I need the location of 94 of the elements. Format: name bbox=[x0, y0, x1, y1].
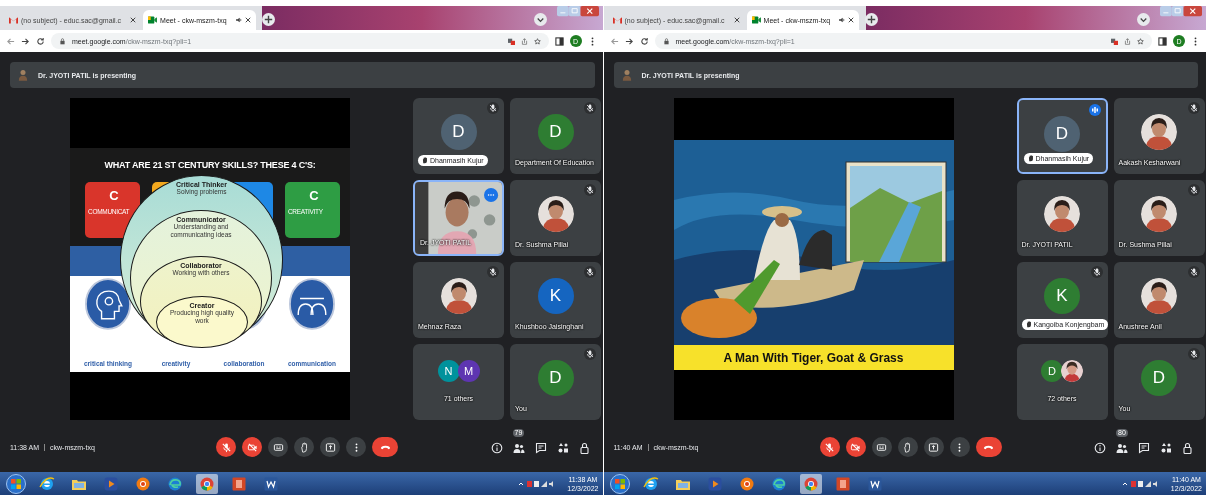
microphone-icon bbox=[220, 441, 232, 453]
people-icon bbox=[512, 442, 525, 454]
hand-icon bbox=[422, 157, 428, 164]
card-letter: C bbox=[109, 188, 119, 203]
person-icon bbox=[18, 69, 28, 81]
share-icon[interactable] bbox=[520, 37, 528, 45]
back-icon[interactable] bbox=[6, 36, 15, 46]
side-panel-icon[interactable] bbox=[1158, 36, 1167, 46]
raise-hand-button[interactable] bbox=[294, 437, 314, 457]
slide-title: WHAT ARE 21 ST CENTURY SKILLS? THESE 4 C'S: bbox=[104, 160, 316, 170]
more-icon bbox=[487, 193, 495, 197]
taskbar-chrome-icon[interactable] bbox=[196, 473, 218, 494]
tab-search-icon[interactable] bbox=[533, 13, 547, 26]
captions-icon bbox=[272, 441, 284, 453]
star-icon[interactable] bbox=[1137, 37, 1144, 45]
window-controls-icon[interactable] bbox=[1160, 6, 1202, 18]
chat-icon bbox=[534, 442, 547, 454]
host-controls-button[interactable] bbox=[578, 440, 591, 454]
tab-search-icon[interactable] bbox=[1137, 13, 1150, 26]
close-icon[interactable] bbox=[848, 17, 855, 23]
chat-button[interactable] bbox=[1138, 440, 1150, 454]
reload-icon[interactable] bbox=[36, 36, 45, 46]
captions-icon bbox=[876, 441, 887, 453]
end-call-button[interactable] bbox=[975, 437, 1002, 457]
hand-icon bbox=[902, 441, 913, 453]
reload-icon[interactable] bbox=[639, 36, 649, 46]
avatar: N bbox=[437, 360, 460, 382]
new-tab-icon[interactable] bbox=[261, 13, 275, 26]
hand-icon bbox=[298, 441, 310, 453]
present-button[interactable] bbox=[923, 437, 944, 457]
person-icon bbox=[621, 69, 632, 81]
camera-icon bbox=[850, 441, 861, 453]
people-icon bbox=[1116, 442, 1128, 454]
avatar: D bbox=[1041, 360, 1063, 382]
avatar: M bbox=[457, 360, 480, 382]
lock-icon bbox=[578, 442, 591, 454]
camera-button[interactable] bbox=[242, 437, 262, 457]
star-icon[interactable] bbox=[533, 37, 541, 45]
slide-caption: A Man With Tiger, Goat & Grass bbox=[723, 350, 904, 365]
translate-icon[interactable] bbox=[1111, 37, 1118, 45]
microphone-icon bbox=[824, 441, 835, 453]
card-letter: C bbox=[309, 188, 319, 203]
present-button[interactable] bbox=[320, 437, 340, 457]
avatar: D bbox=[1141, 360, 1177, 396]
camera-button[interactable] bbox=[845, 437, 866, 457]
mail-icon bbox=[9, 16, 18, 24]
translate-icon[interactable] bbox=[507, 37, 515, 45]
avatar: D bbox=[537, 114, 574, 150]
taskbar-chrome-icon[interactable] bbox=[799, 473, 822, 494]
mic-button[interactable] bbox=[216, 437, 236, 457]
mic-button[interactable] bbox=[819, 437, 840, 457]
captions-button[interactable] bbox=[871, 437, 892, 457]
avatar: D bbox=[537, 360, 574, 396]
back-icon[interactable] bbox=[609, 36, 619, 46]
start-button[interactable] bbox=[6, 473, 26, 494]
start-button[interactable] bbox=[609, 473, 630, 494]
avatar: D bbox=[1044, 116, 1080, 152]
host-controls-button[interactable] bbox=[1182, 440, 1194, 454]
lock-icon bbox=[662, 37, 670, 45]
info-icon bbox=[490, 442, 503, 454]
avatar: D bbox=[440, 114, 477, 150]
window-controls-icon[interactable] bbox=[556, 6, 599, 18]
more-options-button[interactable] bbox=[949, 437, 970, 457]
present-icon bbox=[324, 441, 336, 453]
chat-icon bbox=[1138, 442, 1150, 454]
new-tab-icon[interactable] bbox=[865, 13, 879, 26]
forward-icon[interactable] bbox=[624, 36, 634, 46]
share-icon[interactable] bbox=[1124, 37, 1131, 45]
video-camera-icon bbox=[751, 16, 761, 24]
avatar: K bbox=[1044, 278, 1080, 314]
hand-icon bbox=[1027, 155, 1034, 162]
present-icon bbox=[928, 441, 939, 453]
avatar: K bbox=[537, 278, 574, 314]
close-icon[interactable] bbox=[244, 17, 251, 23]
mail-icon bbox=[612, 16, 622, 24]
raise-hand-button[interactable] bbox=[897, 437, 918, 457]
close-icon[interactable] bbox=[733, 17, 740, 23]
forward-icon[interactable] bbox=[21, 36, 30, 46]
hand-icon bbox=[1025, 321, 1032, 328]
shapes-icon bbox=[556, 442, 569, 454]
close-icon[interactable] bbox=[130, 17, 137, 23]
shapes-icon bbox=[1160, 442, 1172, 454]
end-call-button[interactable] bbox=[372, 437, 398, 457]
camera-icon bbox=[246, 441, 258, 453]
video-camera-icon bbox=[148, 16, 158, 24]
captions-button[interactable] bbox=[268, 437, 288, 457]
info-button[interactable] bbox=[1094, 440, 1106, 454]
side-panel-icon[interactable] bbox=[554, 36, 564, 46]
lock-icon bbox=[1182, 442, 1194, 454]
lock-icon bbox=[59, 37, 66, 45]
chat-button[interactable] bbox=[534, 440, 547, 454]
info-button[interactable] bbox=[490, 440, 503, 454]
info-icon bbox=[1094, 442, 1106, 454]
more-options-button[interactable] bbox=[346, 437, 366, 457]
